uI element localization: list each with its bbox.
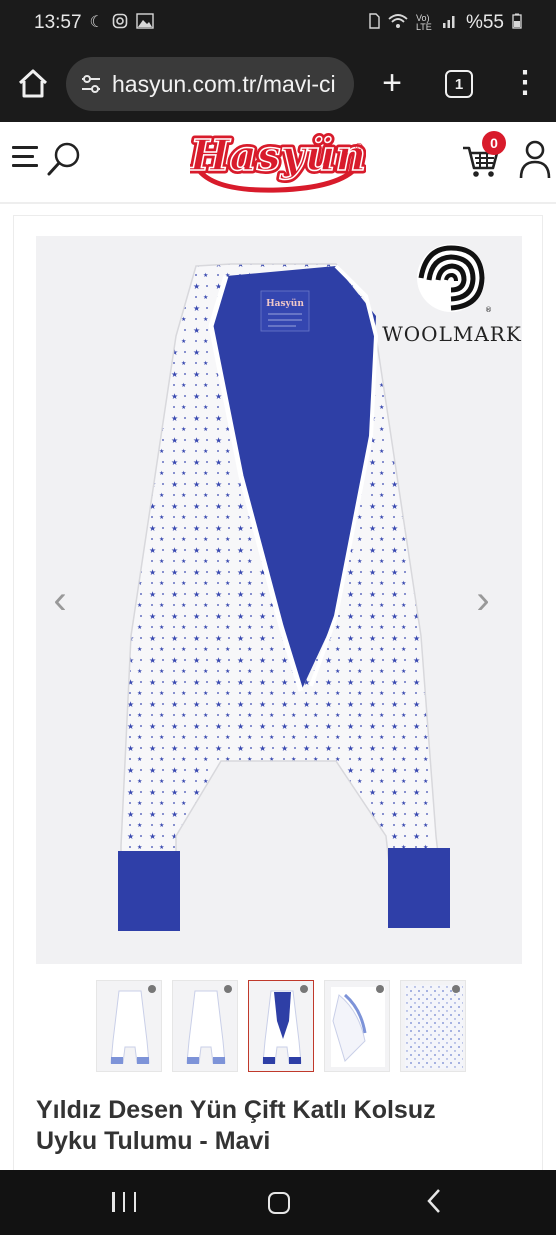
battery-text: %55 <box>465 12 504 33</box>
garment-label-brand: Hasyün <box>266 298 304 309</box>
home-nav-button[interactable] <box>268 1192 290 1214</box>
moon-icon: ☾ <box>89 14 104 31</box>
woolmark-logo: ® WOOLMARK <box>382 244 522 346</box>
search-icon[interactable] <box>44 140 84 180</box>
status-time: 13:57 <box>34 12 82 33</box>
svg-text:®: ® <box>485 306 492 314</box>
site-header: Hasyün Hasyün ® <box>0 122 556 204</box>
logo-text: Hasyün <box>190 131 366 180</box>
wifi-icon <box>388 13 408 33</box>
thumbnail-4[interactable] <box>324 980 390 1072</box>
thumbnail-strip <box>96 980 466 1074</box>
product-title-line-2: Uyku Tulumu - Mavi <box>36 1127 271 1155</box>
product-title-line-1: Yıldız Desen Yün Çift Katlı Kolsuz <box>36 1096 436 1124</box>
hamburger-menu-button[interactable] <box>12 146 38 174</box>
thumbnail-3-active[interactable] <box>248 980 314 1072</box>
product-title: Yıldız Desen Yün Çift Katlı Kolsuz Uyku … <box>36 1095 506 1157</box>
tab-switcher-button[interactable]: 1 <box>445 70 473 98</box>
back-button[interactable] <box>426 1188 442 1219</box>
battery-icon <box>512 13 522 33</box>
site-logo[interactable]: Hasyün Hasyün ® <box>185 126 370 198</box>
recent-apps-button[interactable] <box>112 1192 136 1212</box>
thumbnail-2[interactable] <box>172 980 238 1072</box>
status-bar: 13:57 ☾ Vo) LTE %55 <box>0 0 556 46</box>
home-button[interactable] <box>14 65 52 103</box>
next-image-button[interactable]: › <box>468 580 498 620</box>
site-settings-icon[interactable] <box>80 73 102 95</box>
signal-icon <box>442 13 458 33</box>
thumbnail-1[interactable] <box>96 980 162 1072</box>
status-left: 13:57 ☾ <box>34 12 154 34</box>
image-icon <box>136 13 154 33</box>
logo-registered: ® <box>354 142 364 153</box>
woolmark-text: WOOLMARK <box>382 322 522 346</box>
new-tab-button[interactable]: + <box>374 65 410 103</box>
instagram-icon <box>112 13 128 33</box>
thumbnail-5[interactable] <box>400 980 466 1072</box>
browser-menu-button[interactable]: ⋮ <box>510 66 540 102</box>
address-bar[interactable]: hasyun.com.tr/mavi-ci <box>66 57 354 111</box>
home-icon <box>18 69 48 98</box>
cart-count-badge: 0 <box>482 131 506 155</box>
back-icon <box>427 1189 440 1213</box>
browser-toolbar: hasyun.com.tr/mavi-ci + 1 ⋮ <box>0 46 556 122</box>
product-card: ★ ★ Hasyün <box>13 215 543 1175</box>
product-main-image[interactable]: ★ ★ Hasyün <box>36 236 522 964</box>
volte-icon: Vo) LTE <box>415 13 432 32</box>
user-account-icon[interactable] <box>518 138 552 180</box>
android-navigation-bar <box>0 1170 556 1235</box>
status-right: Vo) LTE %55 <box>368 12 522 34</box>
url-text: hasyun.com.tr/mavi-ci <box>112 70 336 97</box>
previous-image-button[interactable]: ‹ <box>45 580 75 620</box>
sim-icon <box>368 13 380 33</box>
